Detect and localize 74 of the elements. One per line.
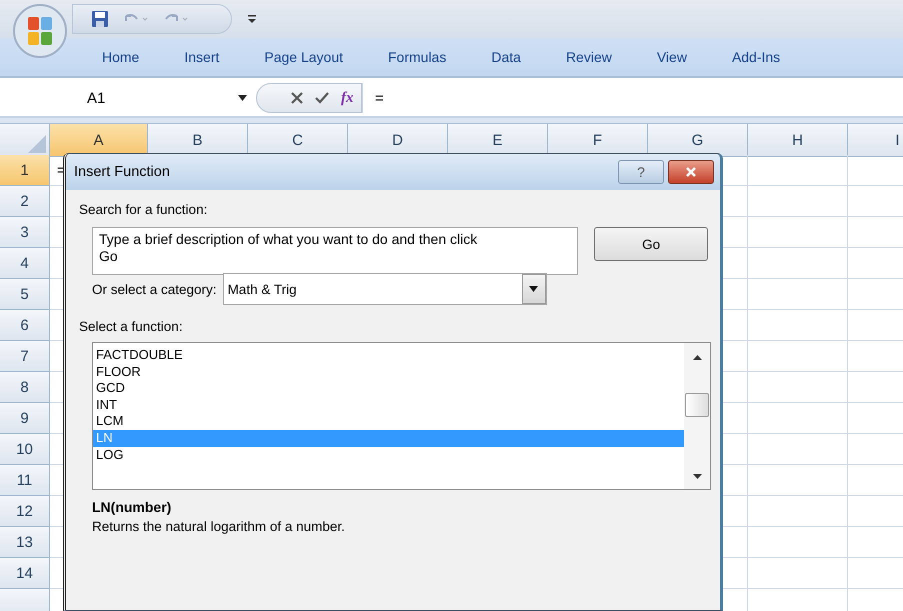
sheet-cell[interactable] xyxy=(748,279,848,310)
caret-icon[interactable] xyxy=(238,95,247,101)
scroll-down-icon[interactable] xyxy=(692,474,702,479)
column-header[interactable]: I xyxy=(848,124,903,157)
scrollbar[interactable] xyxy=(684,343,710,489)
sheet-cell[interactable] xyxy=(748,217,848,248)
ribbon-tab[interactable]: Page Layout xyxy=(264,49,343,65)
function-item[interactable]: LCM xyxy=(93,413,684,430)
sheet-cell[interactable] xyxy=(748,372,848,403)
function-item[interactable]: GCD xyxy=(93,380,684,397)
close-icon[interactable] xyxy=(685,167,697,177)
row-header[interactable] xyxy=(0,589,50,611)
search-label: Search for a function: xyxy=(79,202,208,217)
row-header[interactable]: 13 xyxy=(0,527,50,558)
close-button[interactable] xyxy=(668,160,714,184)
row-header[interactable]: 12 xyxy=(0,496,50,527)
row-header[interactable]: 14 xyxy=(0,558,50,589)
row-header[interactable]: 7 xyxy=(0,341,50,372)
ribbon-tab[interactable]: Add-Ins xyxy=(732,49,780,65)
row-header[interactable]: 11 xyxy=(0,465,50,496)
row-header[interactable]: 1 xyxy=(0,155,50,186)
category-label: Or select a category: xyxy=(92,282,217,296)
sheet-cell[interactable] xyxy=(748,341,848,372)
go-button[interactable]: Go xyxy=(594,227,708,261)
ribbon-tab[interactable]: Data xyxy=(491,49,521,65)
row-header[interactable]: 4 xyxy=(0,248,50,279)
sheet-cell[interactable] xyxy=(748,403,848,434)
ribbon-tab[interactable]: Formulas xyxy=(388,49,446,65)
function-item[interactable]: LOG xyxy=(93,446,684,464)
row-header[interactable]: 3 xyxy=(0,217,50,248)
check-icon[interactable] xyxy=(315,92,329,104)
function-item[interactable]: FACTDOUBLE xyxy=(93,347,684,364)
column-header[interactable]: G xyxy=(648,124,748,157)
name-box[interactable]: A1 xyxy=(87,90,106,106)
column-header[interactable]: H xyxy=(748,124,848,157)
function-item[interactable]: INT xyxy=(93,396,684,414)
caret-icon[interactable] xyxy=(529,286,538,292)
ribbon-tab[interactable]: Home xyxy=(102,49,140,65)
ribbon-tab[interactable]: Insert xyxy=(184,49,220,65)
help-button[interactable]: ? xyxy=(618,160,664,184)
function-signature: LN(number) xyxy=(92,499,172,515)
customize-caret-icon[interactable] xyxy=(248,14,256,24)
sheet-cell[interactable] xyxy=(748,434,848,465)
row-header[interactable]: 6 xyxy=(0,310,50,341)
sheet-cell[interactable] xyxy=(748,155,848,186)
select-all-icon[interactable] xyxy=(28,135,46,153)
column-header[interactable]: A xyxy=(50,124,148,157)
sheet-cell[interactable] xyxy=(748,248,848,279)
scroll-up-icon[interactable] xyxy=(692,355,702,360)
sheet-cell[interactable] xyxy=(748,558,848,589)
function-description: Returns the natural logarithm of a number. xyxy=(92,519,346,534)
sheet-cell[interactable] xyxy=(748,465,848,496)
sheet-cell[interactable] xyxy=(748,310,848,341)
ribbon-tab[interactable]: View xyxy=(656,49,687,65)
dialog-title: Insert Function xyxy=(74,164,171,180)
sheet-cell[interactable] xyxy=(748,527,848,558)
scroll-thumb[interactable] xyxy=(685,393,709,417)
function-label: Select a function: xyxy=(79,319,184,334)
row-header[interactable]: 5 xyxy=(0,279,50,310)
category-dropdown[interactable]: Math & Trig xyxy=(222,273,547,305)
sheet-cell[interactable] xyxy=(748,496,848,527)
cancel-icon[interactable] xyxy=(291,92,303,104)
insert-function-button[interactable]: fx xyxy=(341,90,354,106)
row-header[interactable]: 2 xyxy=(0,186,50,217)
search-field[interactable]: Type a brief description of what you want to do and then click Go xyxy=(92,227,578,275)
row-header[interactable]: 10 xyxy=(0,434,50,465)
office-logo-icon[interactable] xyxy=(12,3,68,59)
function-item[interactable]: FLOOR xyxy=(93,364,684,380)
sheet-cell[interactable] xyxy=(748,186,848,217)
row-header[interactable]: 8 xyxy=(0,372,50,403)
save-icon[interactable] xyxy=(91,10,109,28)
ribbon-tab[interactable]: Review xyxy=(566,49,612,65)
formula-field[interactable]: = xyxy=(375,90,384,106)
row-header[interactable]: 9 xyxy=(0,403,50,434)
